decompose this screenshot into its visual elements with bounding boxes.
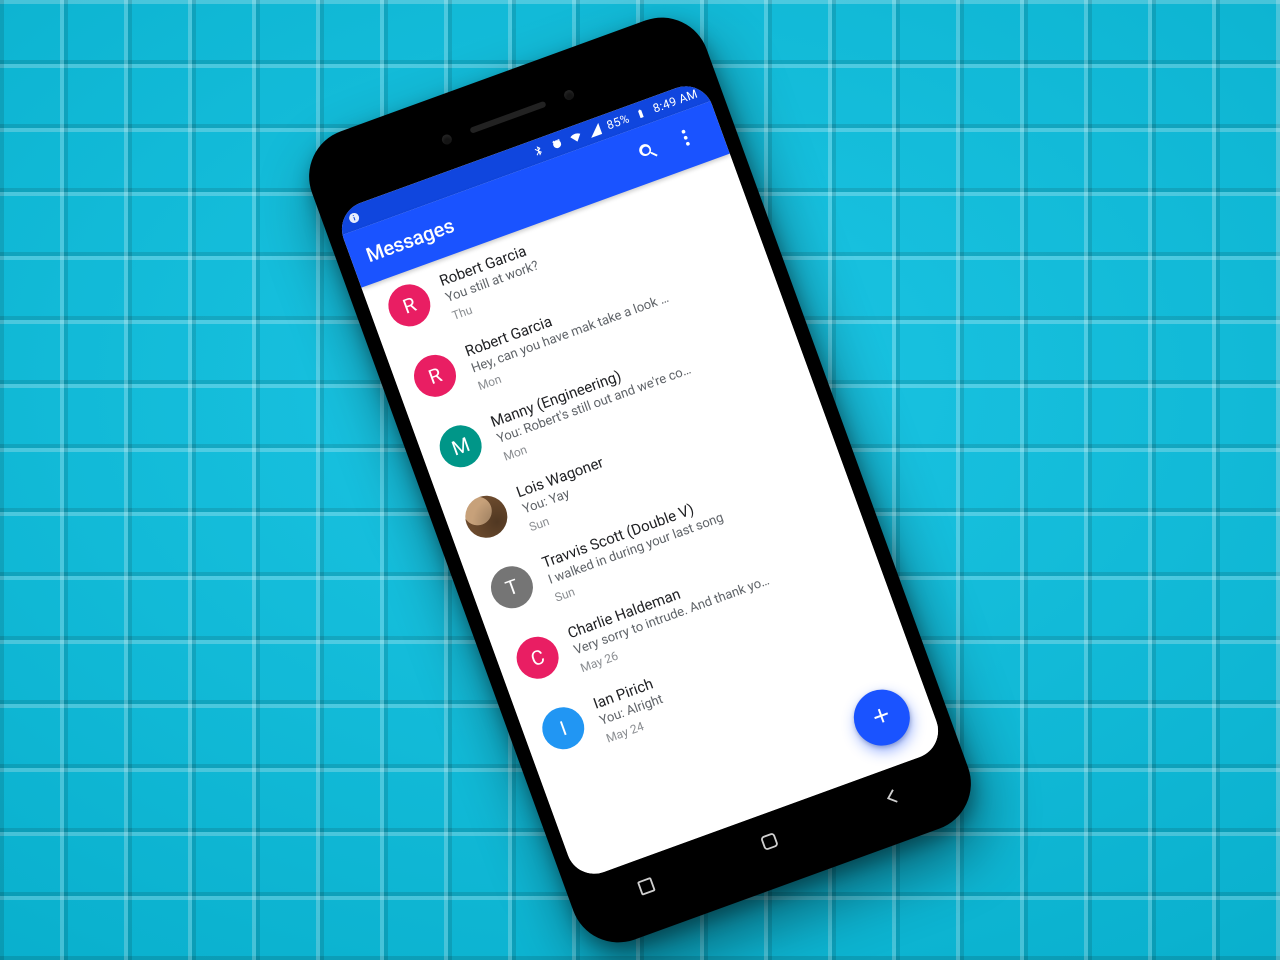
front-sensor <box>440 133 453 146</box>
avatar <box>459 490 513 544</box>
more-vert-icon <box>671 123 701 156</box>
alarm-icon <box>548 135 566 153</box>
search-icon <box>634 137 664 170</box>
signal-icon <box>586 121 604 139</box>
avatar: I <box>536 701 590 755</box>
phone-speaker <box>469 101 546 134</box>
wifi-icon <box>567 128 585 146</box>
info-icon <box>345 209 363 227</box>
avatar: M <box>434 419 488 473</box>
plus-icon <box>866 700 898 735</box>
avatar: T <box>485 560 539 614</box>
back-button[interactable] <box>878 781 911 814</box>
avatar: C <box>511 631 565 685</box>
avatar: R <box>408 349 462 403</box>
avatar: R <box>382 278 436 332</box>
battery-icon <box>632 105 650 123</box>
front-camera <box>563 89 576 102</box>
home-button[interactable] <box>755 826 788 859</box>
battery-percent: 85% <box>605 111 632 132</box>
bluetooth-icon <box>530 142 548 160</box>
recent-apps-button[interactable] <box>633 871 666 904</box>
